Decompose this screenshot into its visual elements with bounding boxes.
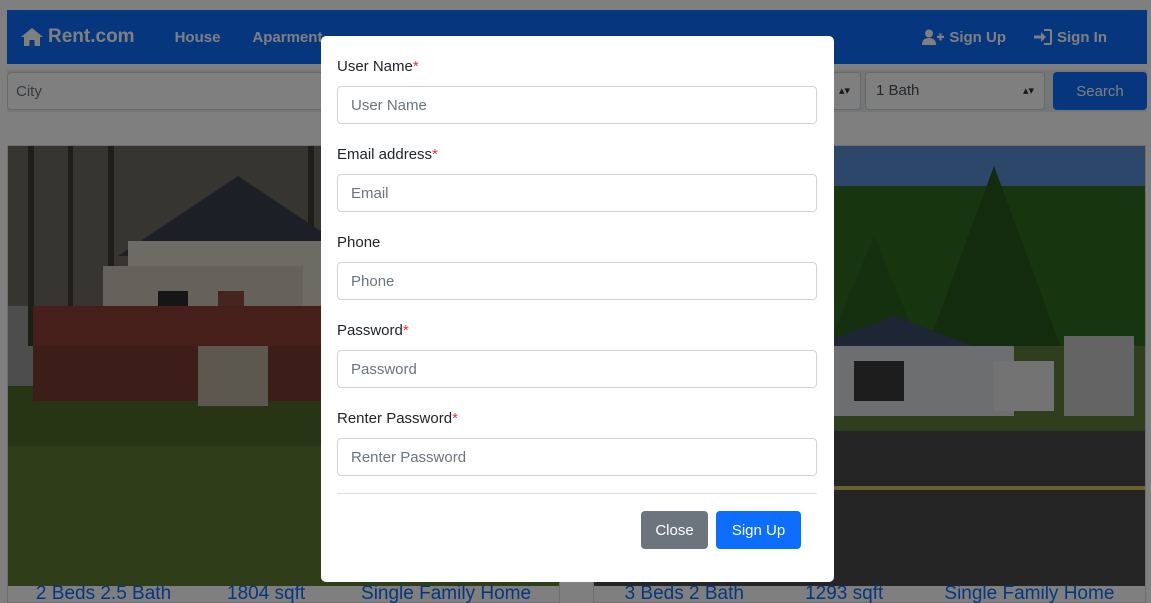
email-input[interactable]: [337, 174, 817, 212]
password-input[interactable]: [337, 350, 817, 388]
username-label-text: User Name: [337, 58, 413, 75]
phone-input[interactable]: [337, 262, 817, 300]
phone-label-text: Phone: [337, 234, 381, 251]
required-mark: *: [412, 58, 419, 75]
username-input[interactable]: [337, 86, 817, 124]
password-label-text: Password: [337, 322, 403, 339]
modal-footer-divider: [337, 493, 817, 494]
required-mark: *: [452, 410, 458, 427]
signup-modal: User Name* Email address* Phone Password…: [321, 36, 834, 582]
email-label-text: Email address: [337, 146, 433, 163]
close-button[interactable]: Close: [641, 511, 708, 549]
username-label: User Name*: [337, 58, 419, 75]
email-label: Email address*: [337, 146, 438, 163]
renter-password-label: Renter Password*: [337, 410, 458, 427]
required-mark: *: [402, 322, 409, 339]
required-mark: *: [432, 146, 438, 163]
renter-password-input[interactable]: [337, 438, 817, 476]
phone-label: Phone: [337, 234, 380, 251]
renter-password-label-text: Renter Password: [337, 410, 453, 427]
signup-submit-button[interactable]: Sign Up: [716, 511, 801, 549]
password-label: Password*: [337, 322, 409, 339]
